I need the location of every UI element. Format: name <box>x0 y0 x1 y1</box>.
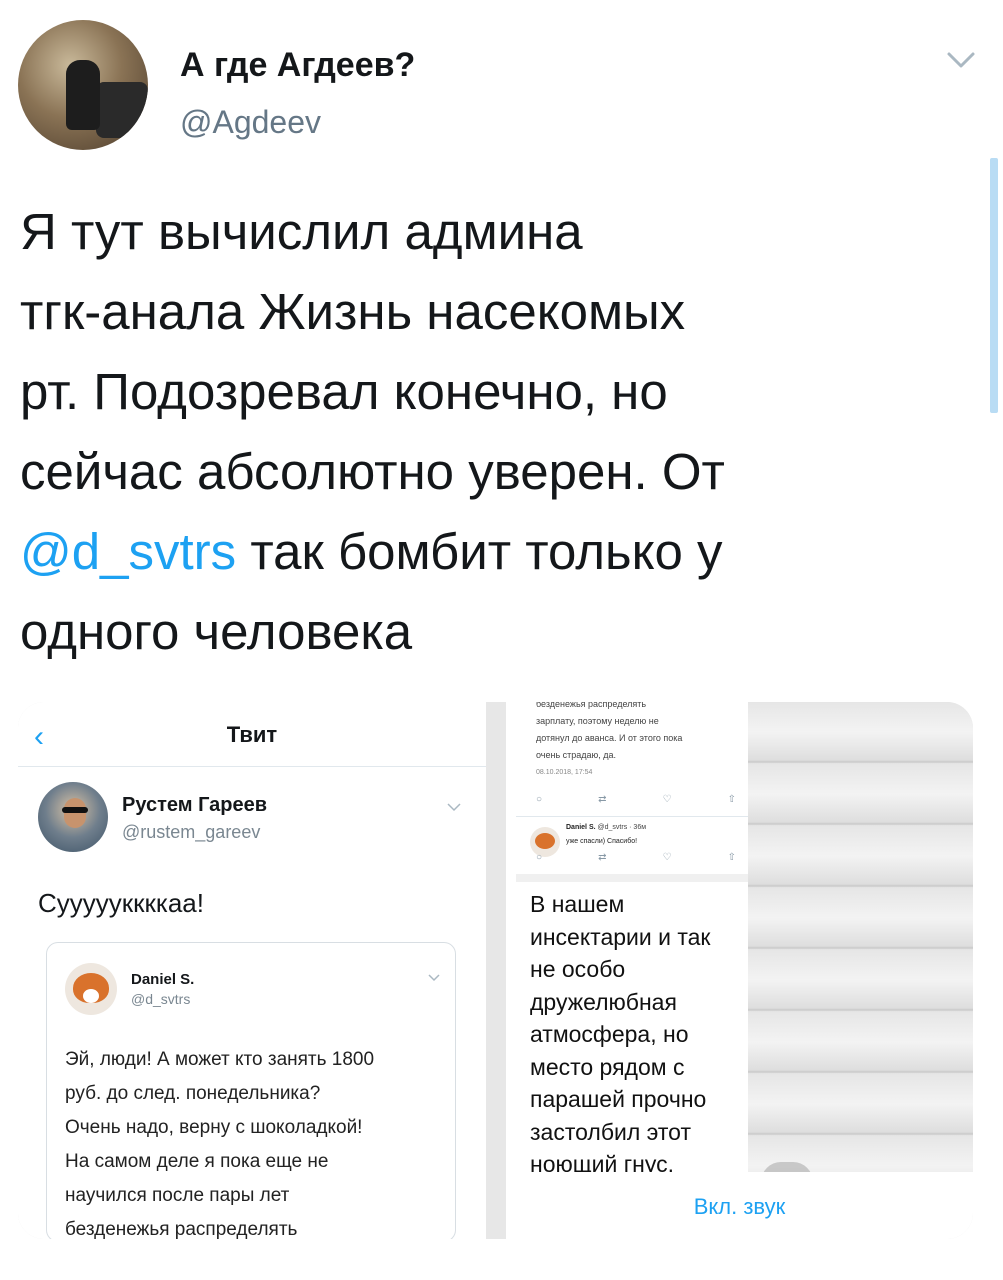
video-right[interactable]: безденежья распределять зарплату, поэтом… <box>506 702 973 1239</box>
author-display-name[interactable]: А где Агдеев? <box>180 46 415 85</box>
caption-line: застолбил этот <box>530 1118 691 1145</box>
author-avatar[interactable] <box>18 20 148 150</box>
quoted-line: безденежья распределять <box>65 1219 298 1239</box>
screenshot-title: Твит <box>226 722 278 747</box>
wood-background <box>746 702 973 1172</box>
screenshot-author-name: Рустем Гареев <box>122 794 268 816</box>
screenshot-left[interactable]: ‹ Твит Рустем Гареев @rustem_gareev Сууу… <box>18 702 486 1239</box>
author-handle[interactable]: @Agdeev <box>180 104 321 141</box>
media-attachment[interactable]: ‹ Твит Рустем Гареев @rustem_gareev Сууу… <box>18 702 973 1239</box>
retweet-icon: ⇄ <box>598 794 607 805</box>
avatar-face <box>64 798 86 828</box>
tweet-line: сейчас абсолютно уверен. От <box>20 443 725 500</box>
caption-line: не особо <box>530 956 626 982</box>
screenshot-tweet-text: Суууууккккаа! <box>38 888 204 918</box>
embedded-reply-name: Daniel S. <box>566 824 596 831</box>
embedded-date: 08.10.2018, 17:54 <box>536 769 593 776</box>
embedded-screenshot: безденежья распределять зарплату, поэтом… <box>506 702 748 1177</box>
embedded-line: очень страдаю, да. <box>536 750 617 760</box>
divider <box>516 874 748 882</box>
screenshot-author-avatar <box>38 782 108 852</box>
caption-line: атмосфера, но <box>530 1021 689 1047</box>
share-icon: ⇧ <box>727 852 736 863</box>
embedded-actions: ○ ⇄ ♡ ⇧ <box>536 794 736 805</box>
caption-line: инсектарии и так <box>530 923 711 950</box>
video-caption: В нашем инсектарии и так не особо дружел… <box>530 888 745 1181</box>
caption-line: парашей прочно <box>530 1086 707 1112</box>
share-icon: ⇧ <box>727 794 736 805</box>
quoted-line: руб. до след. понедельника? <box>65 1083 321 1104</box>
quoted-line: научился после пары лет <box>65 1185 290 1206</box>
chevron-down-icon <box>447 803 461 812</box>
tweet-line: рт. Подозревал конечно, но <box>20 363 668 420</box>
fox-snout <box>83 989 99 1003</box>
embedded-line: зарплату, поэтому неделю не <box>536 716 659 726</box>
tweet-line: одного человека <box>20 603 413 660</box>
tweet-line: тгк-анала Жизнь насекомых <box>20 283 686 340</box>
quoted-author-handle: @d_svtrs <box>131 991 191 1007</box>
tweet-line-rest: так бомбит только у <box>236 523 723 580</box>
embedded-tweet-text: безденежья распределять зарплату, поэтом… <box>536 702 746 781</box>
tweet-header: А где Агдеев? @Agdeev <box>0 0 1003 170</box>
tweet-text: Я тут вычислил админа тгк-анала Жизнь на… <box>20 192 940 672</box>
quoted-line: На самом деле я пока еще не <box>65 1151 329 1172</box>
unmute-button[interactable]: Вкл. звук <box>506 1194 973 1220</box>
embedded-reply-actions: ○ ⇄ ♡ ⇧ <box>536 852 736 863</box>
tweet-line: Я тут вычислил админа <box>20 203 583 260</box>
chevron-down-icon <box>428 974 440 982</box>
like-icon: ♡ <box>662 794 672 805</box>
avatar-glasses <box>62 807 88 813</box>
reply-icon: ○ <box>536 852 543 863</box>
caption-line: место рядом с <box>530 1053 685 1080</box>
embedded-reply-meta: @d_svtrs · 36м <box>597 824 647 831</box>
scrollbar[interactable] <box>990 158 998 413</box>
quoted-author-name: Daniel S. <box>131 971 195 988</box>
quoted-line: Очень надо, верну с шоколадкой! <box>65 1117 363 1138</box>
quoted-tweet: Daniel S. @d_svtrs Эй, люди! А может кто… <box>46 942 456 1239</box>
divider <box>18 766 486 767</box>
divider <box>516 816 748 817</box>
embedded-reply-text: уже спасли) Спасибо! <box>566 838 638 845</box>
quoted-tweet-text: Эй, люди! А может кто занять 1800 руб. д… <box>65 1043 445 1239</box>
avatar-chair <box>96 82 148 138</box>
reply-icon: ○ <box>536 794 543 805</box>
caption-line: В нашем <box>530 891 625 917</box>
screenshot-author-handle: @rustem_gareev <box>122 822 261 842</box>
mention-link[interactable]: @d_svtrs <box>20 523 236 580</box>
embedded-reply-header: Daniel S. @d_svtrs · 36м <box>566 824 646 831</box>
avatar-person <box>66 60 100 130</box>
chevron-down-icon[interactable] <box>945 48 977 72</box>
fox-icon <box>535 833 555 849</box>
caption-line: дружелюбная <box>530 988 677 1015</box>
retweet-icon: ⇄ <box>598 852 607 863</box>
quoted-avatar <box>65 963 117 1015</box>
embedded-line: безденежья распределять <box>536 702 647 709</box>
tweet-line: @d_svtrs так бомбит только у <box>20 512 940 592</box>
like-icon: ♡ <box>662 852 672 863</box>
quoted-line: Эй, люди! А может кто занять 1800 <box>65 1049 375 1070</box>
embedded-line: дотянул до аванса. И от этого пока <box>536 733 683 743</box>
